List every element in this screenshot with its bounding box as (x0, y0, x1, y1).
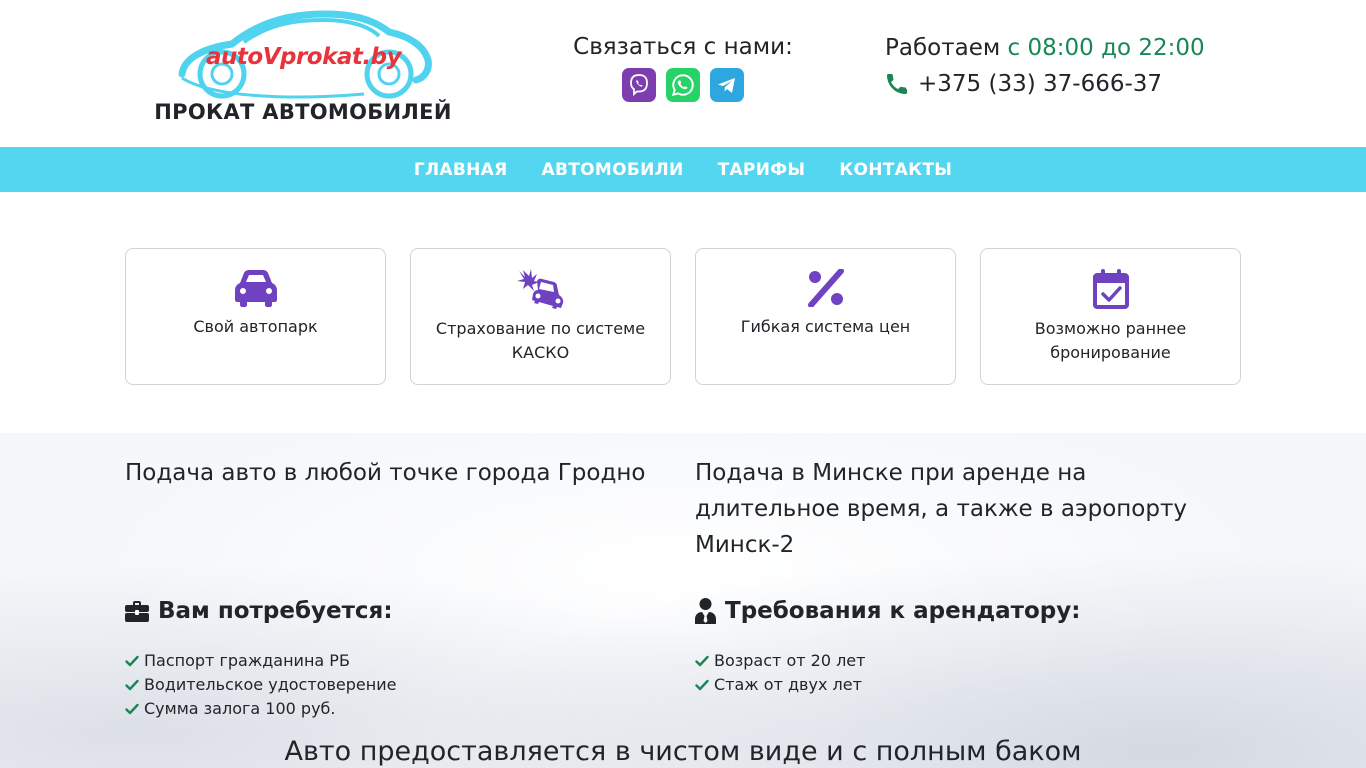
telegram-icon[interactable] (710, 68, 744, 102)
phone-number: +375 (33) 37-666-37 (918, 71, 1163, 97)
check-icon (695, 655, 709, 667)
clean-car-note: Авто предоставляется в чистом виде и с п… (284, 736, 1082, 767)
site-logo[interactable]: autoVprokat.by ПРОКАТ АВТОМОБИЛЕЙ (150, 8, 456, 140)
list-item: Водительское удостоверение (125, 673, 396, 697)
user-tie-icon (695, 598, 716, 624)
messenger-links (555, 68, 811, 102)
phone-link[interactable]: +375 (33) 37-666-37 (885, 71, 1162, 97)
check-icon (125, 703, 139, 715)
list-item: Сумма залога 100 руб. (125, 697, 396, 721)
logo-subtitle: ПРОКАТ АВТОМОБИЛЕЙ (154, 100, 452, 124)
working-hours: Работаем с 08:00 до 22:00 (885, 35, 1205, 61)
viber-icon[interactable] (622, 68, 656, 102)
phone-icon (887, 74, 907, 94)
nav-cars[interactable]: АВТОМОБИЛИ (525, 160, 701, 180)
main-nav: ГЛАВНАЯ АВТОМОБИЛИ ТАРИФЫ КОНТАКТЫ (0, 147, 1366, 192)
nav-home[interactable]: ГЛАВНАЯ (397, 160, 525, 180)
renter-heading: Требования к арендатору: (695, 598, 1080, 624)
renter-list: Возраст от 20 лет Стаж от двух лет (695, 649, 865, 697)
percent-icon (807, 269, 844, 307)
logo-text: autoVprokat.by (206, 44, 402, 70)
car-icon (234, 270, 277, 307)
car-crash-icon (516, 269, 563, 309)
feature-card-booking: Возможно раннее бронирование (980, 248, 1241, 385)
contact-block: Связаться с нами: (555, 34, 811, 102)
feature-card-fleet: Свой автопарк (125, 248, 386, 385)
check-icon (695, 679, 709, 691)
delivery-grodno: Подача авто в любой точке города Гродно (125, 460, 646, 486)
calendar-check-icon (1092, 269, 1129, 309)
check-icon (125, 679, 139, 691)
hours-label: Работаем (885, 35, 1001, 61)
briefcase-icon (125, 601, 149, 622)
feature-card-insurance: Страхование по системе КАСКО (410, 248, 671, 385)
nav-tariffs[interactable]: ТАРИФЫ (701, 160, 823, 180)
docs-title: Вам потребуется: (158, 598, 393, 624)
whatsapp-icon[interactable] (666, 68, 700, 102)
feature-label: Возможно раннее бронирование (1034, 319, 1187, 362)
list-item: Возраст от 20 лет (695, 649, 865, 673)
feature-cards: Свой автопарк Страхование по системе КАС… (125, 248, 1241, 385)
site-header: autoVprokat.by ПРОКАТ АВТОМОБИЛЕЙ Связат… (0, 0, 1366, 147)
check-icon (125, 655, 139, 667)
docs-list: Паспорт гражданина РБ Водительское удост… (125, 649, 396, 721)
delivery-minsk: Подача в Минске при аренде на длительное… (695, 460, 1187, 558)
list-item: Паспорт гражданина РБ (125, 649, 396, 673)
feature-label: Свой автопарк (193, 317, 318, 336)
feature-card-prices: Гибкая система цен (695, 248, 956, 385)
feature-label: Страхование по системе КАСКО (435, 319, 646, 362)
docs-heading: Вам потребуется: (125, 598, 393, 624)
nav-contacts[interactable]: КОНТАКТЫ (822, 160, 969, 180)
hours-value: с 08:00 до 22:00 (1007, 35, 1205, 61)
list-item: Стаж от двух лет (695, 673, 865, 697)
contact-title: Связаться с нами: (573, 34, 793, 60)
renter-title: Требования к арендатору: (725, 598, 1081, 624)
info-section: Подача авто в любой точке города Гродно … (0, 433, 1366, 768)
feature-label: Гибкая система цен (740, 317, 911, 336)
